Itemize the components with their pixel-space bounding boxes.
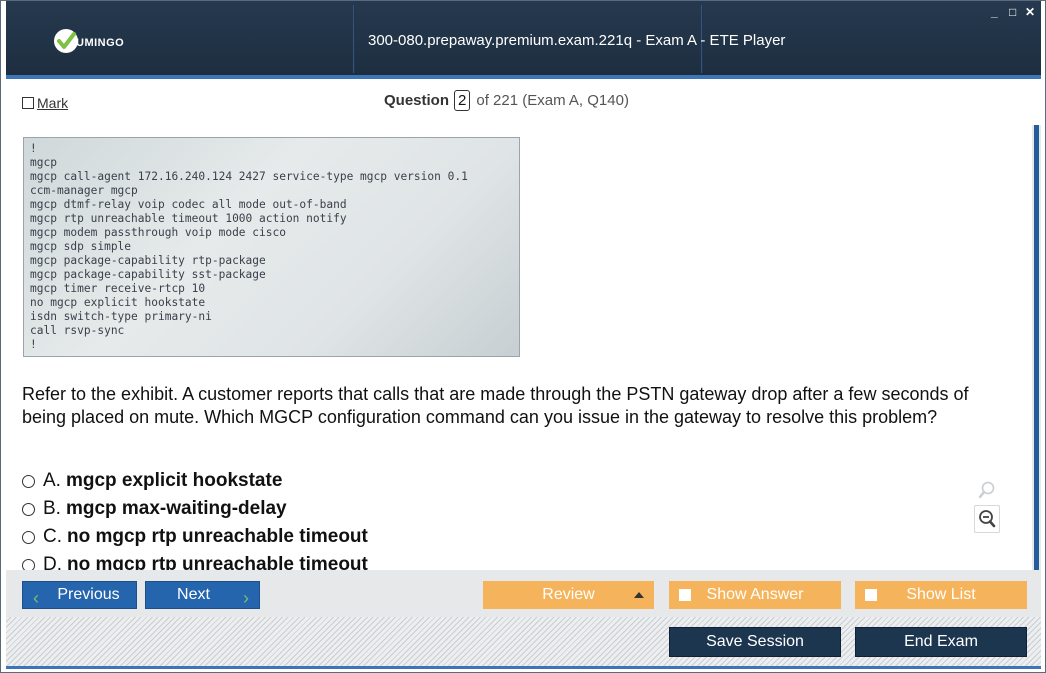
- chevron-left-icon: ‹: [33, 588, 39, 608]
- next-label: Next: [177, 586, 210, 603]
- save-session-label: Save Session: [706, 633, 804, 650]
- option-letter: B.: [43, 498, 61, 519]
- mark-checkbox-box[interactable]: [22, 97, 34, 109]
- footer-panel: Save Session End Exam: [6, 617, 1041, 666]
- exhibit-image: ! mgcp mgcp call-agent 172.16.240.124 24…: [23, 137, 520, 357]
- question-label: Question: [384, 92, 450, 109]
- question-content: ! mgcp mgcp call-agent 172.16.240.124 24…: [6, 125, 1032, 570]
- show-answer-checkbox[interactable]: [679, 589, 691, 601]
- close-button[interactable]: ✕: [1025, 5, 1035, 19]
- search-icon[interactable]: [974, 477, 1000, 503]
- minimize-button[interactable]: _: [991, 5, 998, 19]
- question-header: Mark Question 2 of 221 (Exam A, Q140): [6, 79, 1041, 126]
- review-label: Review: [542, 586, 595, 603]
- show-list-button[interactable]: Show List: [855, 581, 1027, 609]
- answer-option-b[interactable]: B. mgcp max-waiting-delay: [22, 495, 368, 523]
- zoom-tools: [974, 477, 1004, 533]
- window-title: 300-080.prepaway.premium.exam.221q - Exa…: [368, 32, 786, 49]
- question-text: Refer to the exhibit. A customer reports…: [22, 384, 969, 427]
- answer-option-c[interactable]: C. no mgcp rtp unreachable timeout: [22, 523, 368, 551]
- caret-up-icon: [634, 592, 644, 598]
- option-letter: C.: [43, 526, 62, 547]
- zoom-out-icon[interactable]: [974, 505, 1000, 533]
- vumingo-logo: UMINGO: [52, 23, 152, 57]
- vertical-scrollbar[interactable]: [1032, 125, 1041, 570]
- option-text: mgcp max-waiting-delay: [65, 498, 287, 519]
- save-session-button[interactable]: Save Session: [669, 627, 841, 657]
- app-window: UMINGO 300-080.prepaway.premium.exam.221…: [0, 0, 1046, 673]
- exhibit-config-text: ! mgcp mgcp call-agent 172.16.240.124 24…: [30, 142, 468, 351]
- review-button[interactable]: Review: [483, 581, 654, 609]
- option-letter: D.: [43, 554, 62, 570]
- show-list-checkbox[interactable]: [865, 589, 877, 601]
- previous-label: Previous: [57, 586, 120, 603]
- question-counter: Question 2 of 221 (Exam A, Q140): [384, 90, 629, 111]
- chevron-right-icon: ›: [243, 588, 249, 608]
- show-answer-label: Show Answer: [706, 586, 804, 603]
- title-separator: [353, 5, 355, 73]
- question-suffix: of 221 (Exam A, Q140): [476, 92, 629, 109]
- option-text: no mgcp rtp unreachable timeout: [67, 526, 368, 547]
- maximize-button[interactable]: □: [1009, 5, 1016, 19]
- scrollbar-thumb[interactable]: [1034, 125, 1039, 570]
- mark-label: Mark: [37, 95, 69, 111]
- end-exam-button[interactable]: End Exam: [855, 627, 1027, 657]
- brand-name: UMINGO: [76, 37, 125, 49]
- option-text: no mgcp rtp unreachable timeout: [67, 554, 368, 570]
- next-button[interactable]: Next ›: [145, 581, 260, 609]
- show-answer-button[interactable]: Show Answer: [669, 581, 841, 609]
- end-exam-label: End Exam: [904, 633, 978, 650]
- question-number-input[interactable]: 2: [454, 90, 471, 111]
- answer-option-a[interactable]: A. mgcp explicit hookstate: [22, 467, 368, 495]
- radio-button[interactable]: [22, 530, 35, 544]
- answer-option-d[interactable]: D. no mgcp rtp unreachable timeout: [22, 551, 368, 570]
- title-bar: UMINGO 300-080.prepaway.premium.exam.221…: [6, 1, 1041, 75]
- radio-button[interactable]: [22, 558, 35, 570]
- previous-button[interactable]: ‹ Previous: [22, 581, 137, 609]
- show-list-label: Show List: [906, 586, 976, 603]
- option-letter: A.: [43, 470, 61, 491]
- radio-button[interactable]: [22, 502, 35, 516]
- answer-options: A. mgcp explicit hookstate B. mgcp max-w…: [22, 467, 368, 570]
- navigation-toolbar: ‹ Previous Next › Review Show Answer Sho…: [6, 570, 1041, 617]
- mark-checkbox[interactable]: Mark: [22, 95, 68, 111]
- option-text: mgcp explicit hookstate: [65, 470, 283, 491]
- radio-button[interactable]: [22, 474, 35, 488]
- footer-accent-bar: [6, 666, 1041, 669]
